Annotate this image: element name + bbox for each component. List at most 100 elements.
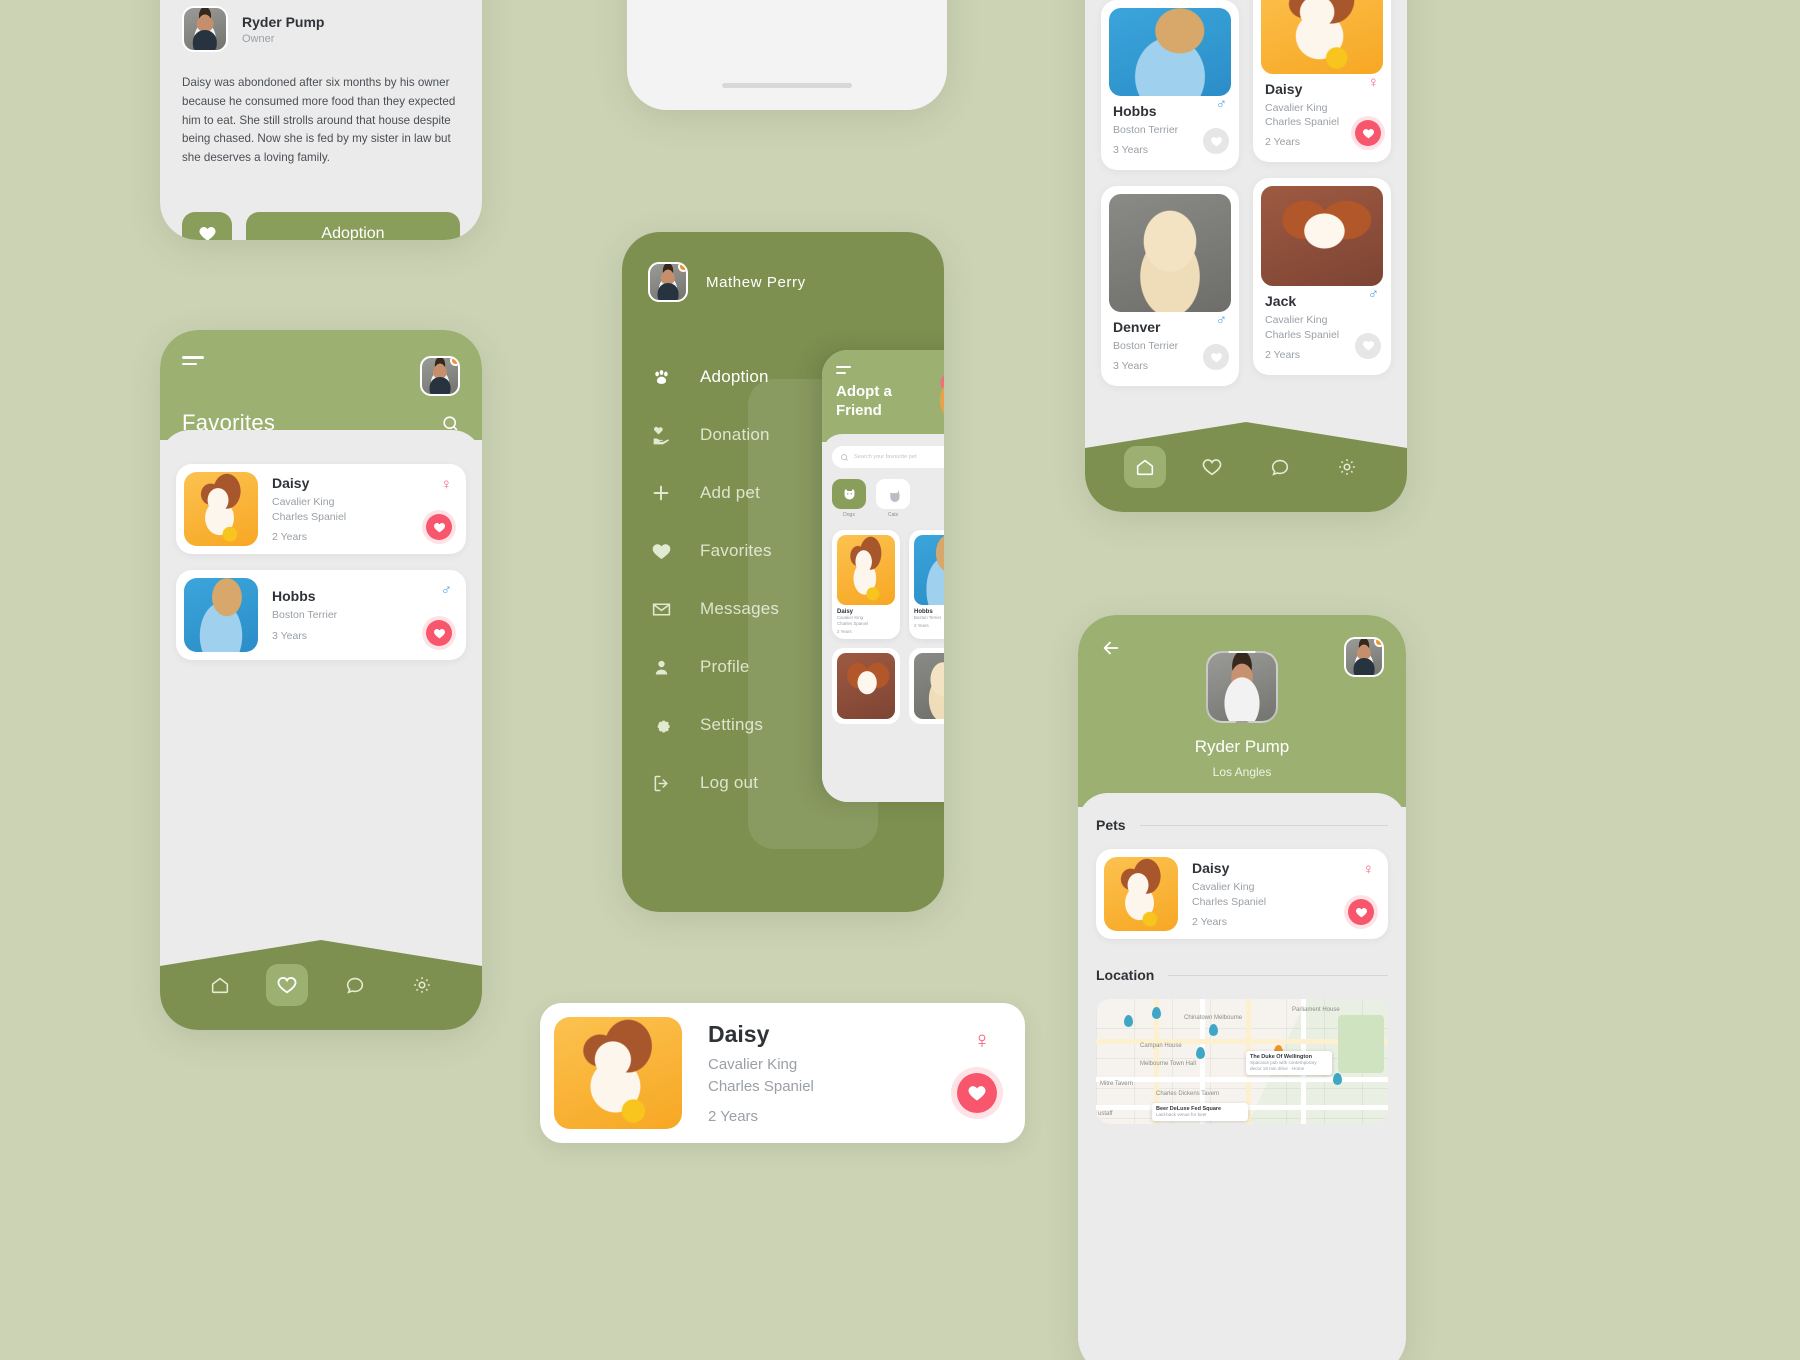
map-label: Chinatown Melboume [1184, 1015, 1243, 1021]
section-title: Location [1096, 967, 1155, 983]
menu-button[interactable] [182, 356, 204, 365]
map-label: Campan House [1140, 1043, 1182, 1049]
bottom-navigation [1085, 404, 1407, 512]
nav-favorites[interactable] [266, 964, 309, 1006]
favorite-toggle[interactable] [426, 620, 452, 646]
drawer-item-logout[interactable]: Log out [648, 754, 918, 812]
bottom-navigation [160, 922, 482, 1030]
favorite-toggle[interactable] [957, 1073, 997, 1113]
list-item[interactable]: Daisy Cavalier King Charles Spaniel 2 Ye… [176, 464, 466, 554]
favorites-header: Favorites [160, 330, 482, 440]
favorite-toggle[interactable] [426, 514, 452, 540]
list-item[interactable]: Hobbs Boston Terrier 3 Years ♂ [176, 570, 466, 660]
screens-canvas: Ryder Pump Owner Daisy was abondoned aft… [0, 0, 1800, 1360]
owner-block: Ryder Pump Owner [182, 6, 460, 52]
favorite-toggle[interactable] [1203, 128, 1229, 155]
location-map[interactable]: Chinatown Melboume Parliament House Camp… [1096, 999, 1388, 1124]
drawer-item-label: Log out [700, 773, 759, 792]
home-icon [1136, 459, 1153, 476]
header-avatar[interactable] [420, 356, 460, 396]
pet-age: 2 Years [272, 530, 308, 543]
favorite-toggle[interactable] [1355, 332, 1381, 359]
drawer-item-profile[interactable]: Profile [648, 638, 918, 696]
heart-icon [433, 522, 445, 532]
nav-settings[interactable] [401, 964, 443, 1006]
map-place-subtitle: Laid-back venue for beer [1156, 1112, 1207, 1117]
pet-photo [1109, 8, 1231, 96]
nav-home[interactable] [199, 964, 241, 1006]
profile-screen: Ryder Pump Los Angles Pets Daisy Cavalie… [1078, 615, 1406, 1360]
heart-icon [1210, 352, 1222, 363]
daisy-detail-card[interactable]: Daisy Cavalier King Charles Spaniel 2 Ye… [540, 1003, 1025, 1143]
pet-name: Daisy [272, 475, 310, 492]
heart-icon [433, 628, 445, 638]
notification-badge [450, 358, 458, 366]
pet-photo [1261, 0, 1383, 74]
map-place-card[interactable]: Beer DeLuxe Fed Square Laid-back venue f… [1152, 1103, 1248, 1122]
pet-age: 2 Years [1192, 915, 1228, 928]
female-icon: ♀ [1362, 861, 1374, 878]
male-icon: ♂ [1215, 96, 1227, 113]
notification-badge [678, 264, 686, 272]
profile-body: Pets Daisy Cavalier King Charles Spaniel… [1078, 793, 1406, 1360]
favorite-toggle[interactable] [1348, 899, 1374, 925]
pet-breed-line1: Cavalier King [708, 1056, 798, 1074]
map-label: Parliament House [1292, 1007, 1340, 1013]
gear-icon [1339, 459, 1356, 475]
list-item[interactable]: Daisy Cavalier King Charles Spaniel 2 Ye… [1096, 849, 1388, 939]
heart-icon [648, 541, 674, 562]
drawer-item-adoption[interactable]: Adoption [648, 348, 918, 406]
envelope-icon [648, 599, 674, 620]
pet-age: 3 Years [272, 629, 308, 642]
owner-name: Ryder Pump [242, 13, 325, 30]
drawer-item-label: Profile [700, 657, 750, 676]
drawer-user[interactable]: Mathew Perry [648, 262, 918, 302]
nav-settings[interactable] [1326, 446, 1368, 488]
user-avatar[interactable] [648, 262, 688, 302]
pet-name: Denver [1113, 319, 1161, 336]
user-name: Mathew Perry [706, 273, 806, 291]
male-icon: ♂ [1215, 312, 1227, 330]
male-icon: ♂ [440, 582, 452, 599]
pet-age: 2 Years [708, 1107, 759, 1125]
pet-detail-screen: Ryder Pump Owner Daisy was abondoned aft… [160, 0, 482, 240]
hamburger-icon [182, 356, 204, 359]
drawer-item-donation[interactable]: Donation [648, 406, 918, 464]
nav-home[interactable] [1123, 446, 1166, 488]
pet-breed: Boston Terrier [272, 609, 338, 622]
drawer-item-add-pet[interactable]: Add pet [648, 464, 918, 522]
pet-breed-line1: Cavalier King [1265, 102, 1328, 114]
female-icon: ♀ [973, 1027, 991, 1054]
map-label: Mitre Tavern [1100, 1081, 1133, 1087]
pet-breed-line1: Cavalier King [1265, 314, 1328, 327]
profile-location: Los Angles [1212, 765, 1272, 779]
map-place-subtitle: Spacious pub with contemporary decor 18 … [1250, 1060, 1317, 1072]
favorite-button[interactable] [182, 211, 232, 240]
drawer-item-settings[interactable]: Settings [648, 696, 918, 754]
drawer-item-messages[interactable]: Messages [648, 580, 918, 638]
heart-icon [199, 227, 215, 240]
notification-badge [1374, 639, 1382, 647]
nav-messages[interactable] [334, 964, 376, 1006]
pet-breed-line2: Charles Spaniel [1192, 895, 1267, 908]
pet-card[interactable]: Hobbs Boston Terrier 3 Years ♂ [1101, 0, 1239, 171]
drawer-item-label: Settings [700, 715, 764, 734]
owner-avatar[interactable] [182, 6, 228, 52]
nav-messages[interactable] [1259, 446, 1301, 488]
pet-photo [554, 1017, 682, 1129]
map-place-card[interactable]: The Duke Of Wellington Spacious pub with… [1246, 1051, 1332, 1076]
drawer-item-favorites[interactable]: Favorites [648, 522, 918, 580]
pet-card[interactable]: Daisy Cavalier King Charles Spaniel 2 Ye… [1253, 0, 1391, 163]
map-label: ustaff [1098, 1111, 1113, 1117]
pet-breed-line2: Charles Spaniel [272, 510, 347, 523]
pet-card[interactable]: Jack Cavalier King Charles Spaniel 2 Yea… [1253, 178, 1391, 375]
nav-favorites[interactable] [1191, 446, 1233, 488]
pet-card[interactable]: Denver Boston Terrier 3 Years ♂ [1101, 186, 1239, 387]
pet-photo [184, 578, 258, 652]
profile-avatar[interactable] [1206, 651, 1278, 723]
adoption-button[interactable]: Adoption [246, 211, 460, 240]
background-phone-top [627, 0, 947, 110]
favorites-screen: Favorites Daisy Cavalier King Charles Sp… [160, 330, 482, 1030]
divider [1139, 824, 1388, 826]
drawer-menu-screen: Mathew Perry Adoption Donation Add pet F… [622, 232, 944, 912]
